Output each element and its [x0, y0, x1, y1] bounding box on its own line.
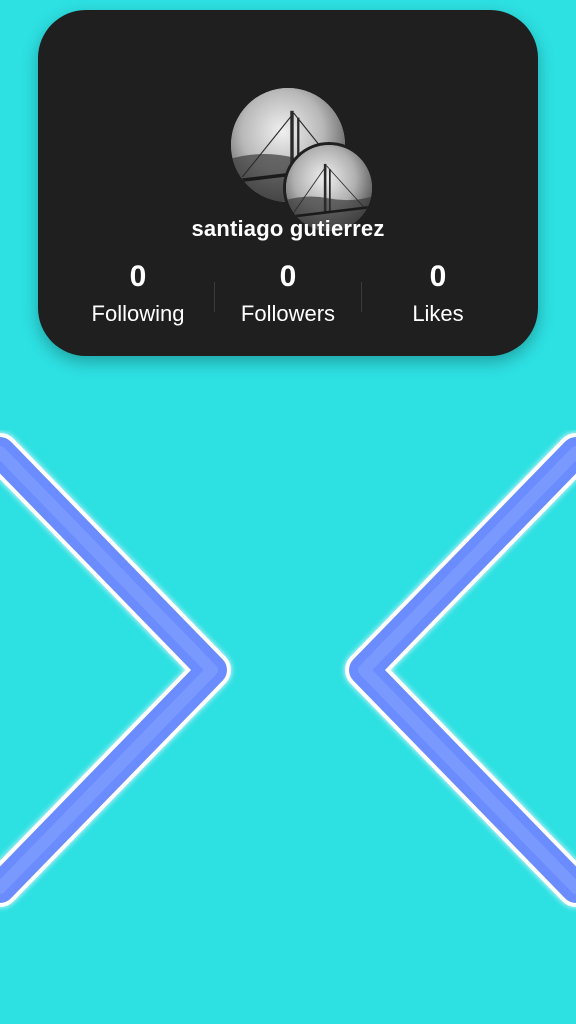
username: santiago gutierrez — [191, 216, 385, 241]
followers-label: Followers — [240, 301, 336, 326]
following-label: Following — [91, 301, 185, 326]
followers-count: 0 — [279, 260, 297, 293]
likes-stat[interactable]: 0 Likes — [363, 262, 513, 328]
stat-divider — [361, 282, 362, 312]
likes-count: 0 — [429, 260, 447, 293]
following-count: 0 — [129, 260, 147, 293]
profile-card: santiago gutierrez 0 Following 0 Followe… — [38, 10, 538, 356]
followers-stat[interactable]: 0 Followers — [213, 262, 363, 328]
screen: santiago gutierrez 0 Following 0 Followe… — [0, 0, 576, 1024]
navigation-chevrons — [0, 433, 576, 907]
chevron-left-icon[interactable] — [345, 433, 576, 907]
chevron-right-icon[interactable] — [0, 433, 231, 907]
likes-label: Likes — [412, 301, 464, 326]
following-stat[interactable]: 0 Following — [63, 262, 213, 328]
